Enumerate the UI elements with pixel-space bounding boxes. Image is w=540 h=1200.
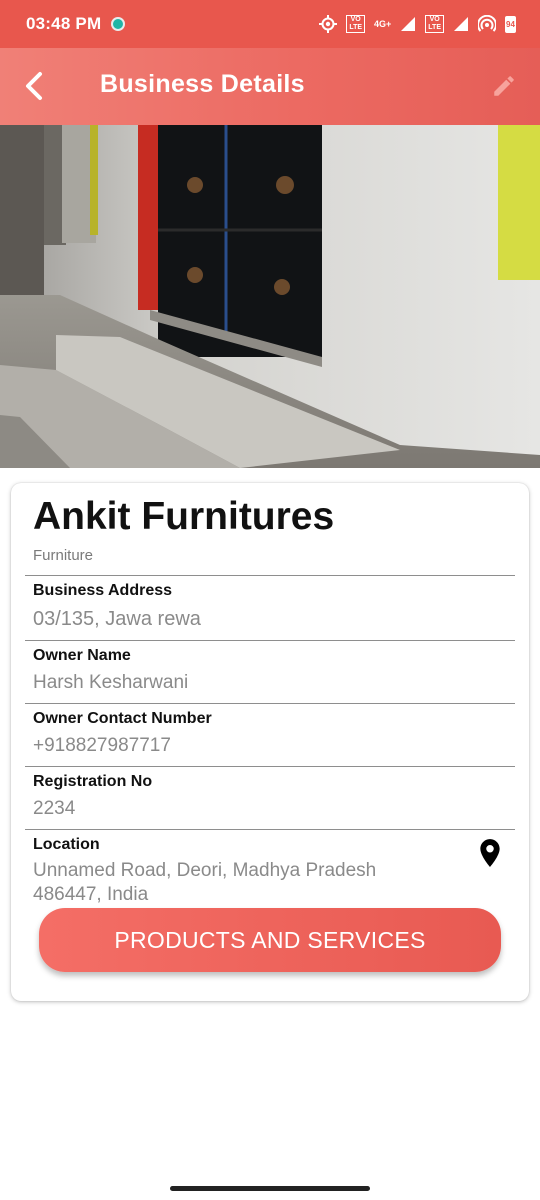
products-and-services-label: PRODUCTS AND SERVICES (114, 926, 426, 953)
back-button[interactable] (16, 68, 52, 104)
field-label: Location (33, 836, 100, 853)
hotspot-icon (478, 15, 496, 33)
field-value: Harsh Kesharwani (33, 672, 189, 693)
field-value-line-2: 486447, India (33, 884, 149, 905)
status-bar: 03:48 PM VO LTE 4G+ VO LTE 94 (0, 0, 540, 48)
home-indicator[interactable] (170, 1186, 370, 1191)
field-value: 2234 (33, 798, 76, 819)
field-label: Owner Name (33, 647, 131, 664)
field-owner-name: Owner Name Harsh Kesharwani (25, 640, 515, 703)
field-label: Owner Contact Number (33, 710, 212, 727)
field-location: Location Unnamed Road, Deori, Madhya Pra… (25, 829, 515, 905)
status-time: 03:48 PM (26, 14, 102, 33)
chevron-left-icon (26, 72, 42, 100)
network-4g-icon: 4G+ (374, 19, 391, 29)
field-value-line-1: Unnamed Road, Deori, Madhya Pradesh (33, 860, 377, 881)
field-business-address: Business Address 03/135, Jawa rewa (25, 575, 515, 639)
signal-icon-2 (453, 16, 469, 32)
signal-icon-1 (400, 16, 416, 32)
field-owner-contact: Owner Contact Number +918827987717 (25, 703, 515, 766)
page-title: Business Details (100, 70, 305, 98)
field-label: Business Address (33, 582, 173, 599)
field-value[interactable]: +918827987717 (33, 734, 171, 758)
pencil-icon (494, 76, 514, 96)
app-bar: Business Details (0, 48, 540, 125)
field-label: Registration No (33, 773, 153, 790)
location-pin-icon (480, 839, 500, 867)
app-notification-icon (111, 17, 126, 31)
volte-icon-1: VO LTE (346, 15, 366, 33)
business-details-card: Ankit Furnitures Furniture Business Addr… (11, 483, 529, 1001)
business-category: Furniture (33, 547, 94, 564)
business-photo (0, 125, 540, 468)
location-pin-button[interactable] (477, 838, 503, 868)
volte-icon-2: VO LTE (425, 15, 444, 33)
battery-level: 94 (506, 19, 515, 29)
field-registration-no: Registration No 2234 (25, 766, 515, 829)
battery-icon: 94 (505, 15, 516, 33)
status-icons: VO LTE 4G+ VO LTE 94 (319, 15, 516, 33)
products-and-services-button[interactable]: PRODUCTS AND SERVICES (39, 908, 501, 972)
edit-button[interactable] (486, 68, 522, 104)
field-value: 03/135, Jawa rewa (33, 608, 201, 630)
business-name: Ankit Furnitures (33, 495, 335, 538)
network-4g-label: 4G+ (374, 19, 392, 29)
location-target-icon (319, 15, 338, 33)
